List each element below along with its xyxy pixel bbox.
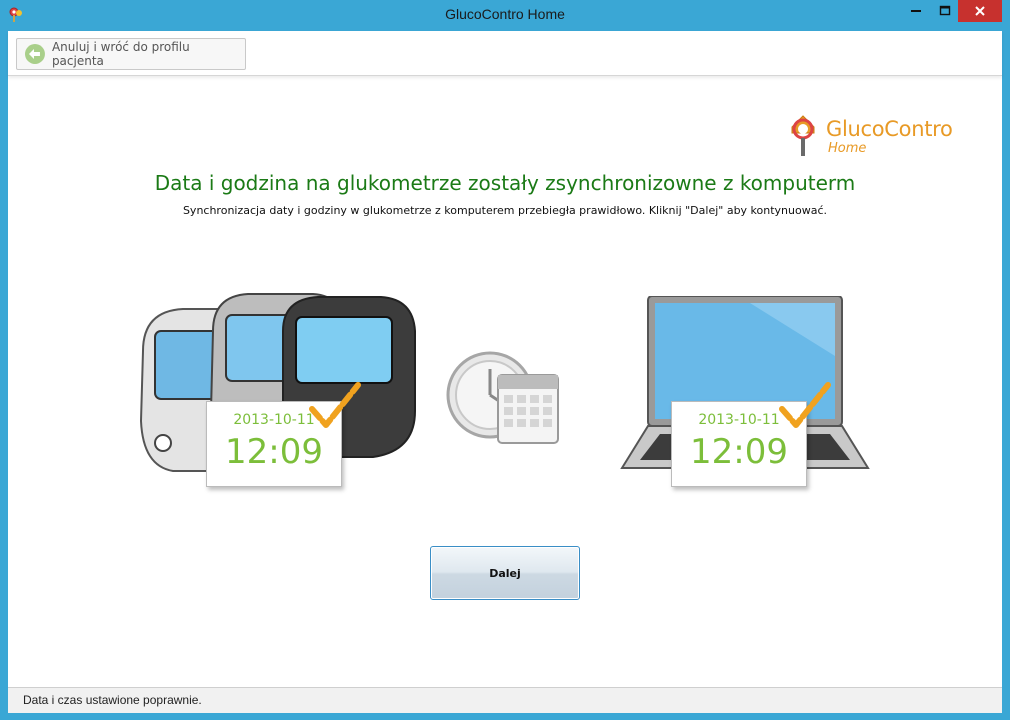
- clock-calendar-icon: [446, 351, 559, 444]
- page-subtitle: Synchronizacja daty i godziny w glukomet…: [182, 204, 828, 217]
- logo: GlucoContro Home: [788, 113, 988, 159]
- logo-subtext: Home: [828, 141, 867, 156]
- checkmark-icon: [309, 382, 361, 428]
- meter-time: 12:09: [225, 432, 323, 472]
- main-area: Anuluj i wróć do profilu pacjenta GlucoC…: [8, 31, 1002, 713]
- maximize-icon: [939, 5, 951, 16]
- back-to-profile-button[interactable]: Anuluj i wróć do profilu pacjenta: [16, 38, 246, 70]
- window-title: GlucoContro Home: [445, 6, 565, 22]
- toolbar: Anuluj i wróć do profilu pacjenta: [8, 31, 1002, 76]
- computer-time: 12:09: [690, 432, 788, 472]
- close-button[interactable]: [958, 0, 1002, 22]
- status-text: Data i czas ustawione poprawnie.: [23, 693, 202, 707]
- status-bar: Data i czas ustawione poprawnie.: [8, 687, 1002, 713]
- page-title: Data i godzina na glukometrze zostały zs…: [154, 171, 856, 195]
- sync-illustration: 2013-10-11 12:09 2013-10-11 12:09: [8, 261, 1002, 531]
- app-window: GlucoContro Home Anuluj i wróć do profil…: [0, 0, 1010, 720]
- back-button-label: Anuluj i wróć do profilu pacjenta: [51, 40, 190, 68]
- title-bar[interactable]: GlucoContro Home: [0, 0, 1010, 30]
- maximize-button[interactable]: [930, 0, 960, 22]
- minimize-icon: [911, 10, 921, 12]
- logo-text: GlucoContro: [826, 117, 953, 141]
- minimize-button[interactable]: [898, 0, 934, 22]
- checkmark-icon: [779, 382, 831, 428]
- close-icon: [975, 6, 985, 16]
- next-button[interactable]: Dalej: [430, 546, 580, 600]
- logo-icon: [791, 115, 815, 156]
- arrow-left-icon: [24, 44, 45, 64]
